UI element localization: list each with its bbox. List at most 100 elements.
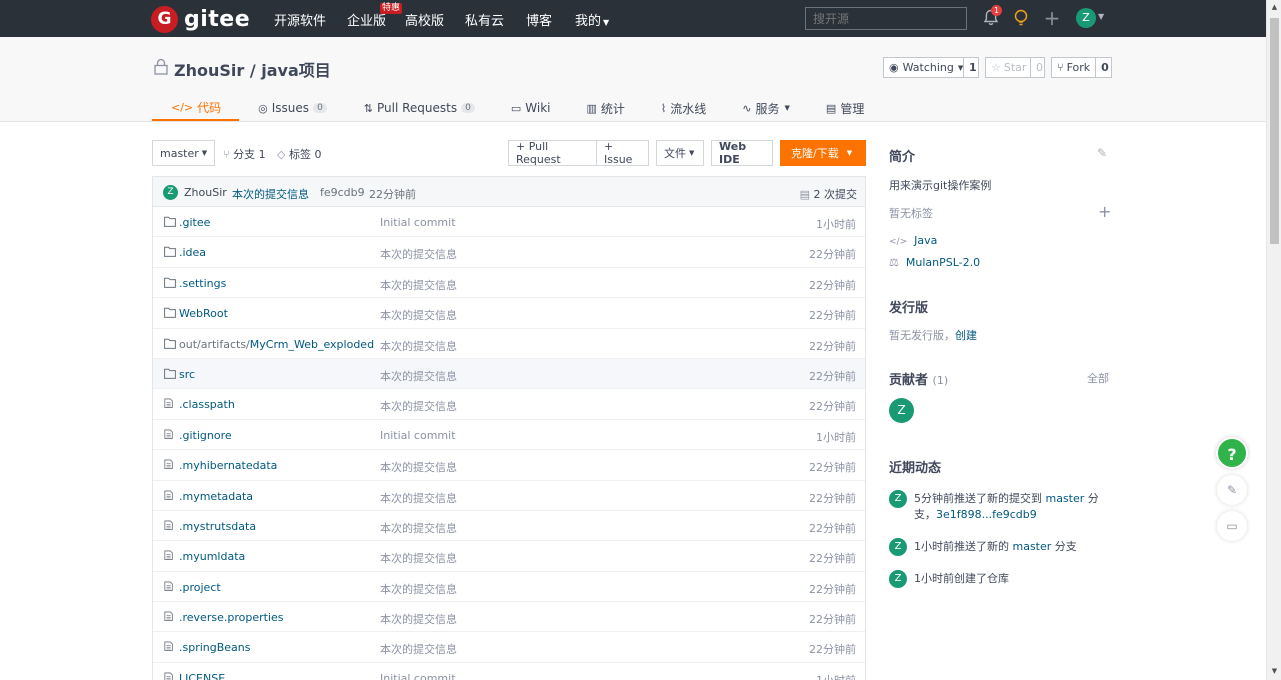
commit-message[interactable]: 本次的提交信息 [232,186,309,202]
file-row[interactable]: LICENSE Initial commit 1小时前 [153,663,865,680]
gitee-logo[interactable]: G gitee [151,5,250,33]
file-name-link[interactable]: .myhibernatedata [179,459,277,472]
file-row[interactable]: out/artifacts/MyCrm_Web_exploded 本次的提交信息 2… [153,329,865,359]
file-commit-message[interactable]: 本次的提交信息 [380,459,457,475]
file-name-link[interactable]: .gitee [179,216,210,229]
chat-button[interactable]: ▭ [1217,511,1247,541]
nav-mine[interactable]: 我的 ▼ [575,10,609,29]
file-name-link[interactable]: src [179,368,195,381]
file-commit-message[interactable]: 本次的提交信息 [380,398,457,414]
new-issue-button[interactable]: + Issue [596,140,649,166]
commit-sha[interactable]: fe9cdb9 [320,186,365,199]
scroll-up-icon[interactable]: ▲ [1270,3,1279,12]
nav-edu[interactable]: 高校版 [405,10,444,29]
activity-avatar[interactable]: Z [889,490,907,508]
tab-wiki[interactable]: ▭ Wiki [493,95,569,121]
file-commit-message[interactable]: 本次的提交信息 [380,550,457,566]
file-commit-message[interactable]: 本次的提交信息 [380,611,457,627]
file-name-link[interactable]: .idea [179,246,206,259]
scroll-thumb[interactable] [1270,18,1279,244]
file-commit-message[interactable]: 本次的提交信息 [380,641,457,657]
file-name-link[interactable]: .mystrutsdata [179,520,256,533]
file-row[interactable]: .myhibernatedata 本次的提交信息 22分钟前 [153,450,865,481]
license-item[interactable]: ⚖ MulanPSL-2.0 [889,256,980,269]
nav-private-cloud[interactable]: 私有云 [465,10,504,29]
file-commit-message[interactable]: Initial commit [380,216,456,229]
file-name-link[interactable]: LICENSE [179,672,225,680]
activity-avatar[interactable]: Z [889,570,907,588]
repo-title[interactable]: ZhouSir / java项目 [174,57,331,81]
tags-link[interactable]: ◇ 标签 0 [277,146,321,162]
file-commit-message[interactable]: 本次的提交信息 [380,520,457,536]
branches-link[interactable]: ⑂ 分支 1 [223,146,266,162]
file-row[interactable]: .gitignore Initial commit 1小时前 [153,420,865,451]
file-name-link[interactable]: .reverse.properties [179,611,283,624]
tab-stats[interactable]: ▥ 统计 [568,95,642,121]
new-pull-request-button[interactable]: + Pull Request [508,140,597,166]
file-name-link[interactable]: out/artifacts/MyCrm_Web_exploded [179,338,374,351]
watch-button[interactable]: ◉ Watching ▼ 1 [883,57,979,78]
file-row[interactable]: .classpath 本次的提交信息 22分钟前 [153,389,865,420]
commit-count-link[interactable]: ▤ 2 次提交 [800,186,857,202]
all-contributors-link[interactable]: 全部 [1087,370,1109,386]
tab-issues[interactable]: ◎ Issues 0 [239,95,345,121]
file-name-link[interactable]: .classpath [179,398,235,411]
file-commit-message[interactable]: 本次的提交信息 [380,490,457,506]
language-item[interactable]: </> Java [889,234,937,247]
branch-link[interactable]: master [1046,492,1085,505]
edit-icon[interactable]: ✎ [1097,146,1107,160]
clone-download-button[interactable]: 克隆/下载 ▼ [780,140,866,166]
branch-link[interactable]: master [1013,540,1052,553]
help-button[interactable]: ? [1216,437,1248,469]
add-tag-icon[interactable]: + [1098,202,1111,221]
file-commit-message[interactable]: Initial commit [380,429,456,442]
tab-pipeline[interactable]: ⌇ 流水线 [643,95,724,121]
file-name-link[interactable]: WebRoot [179,307,228,320]
file-commit-message[interactable]: 本次的提交信息 [380,307,457,323]
file-row[interactable]: .reverse.properties 本次的提交信息 22分钟前 [153,602,865,633]
file-name-link[interactable]: .project [179,581,221,594]
file-row[interactable]: src 本次的提交信息 22分钟前 [153,358,865,390]
feedback-edit-button[interactable]: ✎ [1217,475,1247,505]
tab-admin[interactable]: ▤ 管理 [808,95,882,121]
user-avatar[interactable]: Z [1076,8,1096,28]
file-commit-message[interactable]: 本次的提交信息 [380,246,457,262]
fork-button[interactable]: ⑂ Fork 0 [1051,57,1112,78]
commit-author[interactable]: ZhouSir [184,186,227,199]
file-name-link[interactable]: .settings [179,277,226,290]
activity-avatar[interactable]: Z [889,538,907,556]
file-row[interactable]: .myumldata 本次的提交信息 22分钟前 [153,541,865,572]
file-name-link[interactable]: .myumldata [179,550,245,563]
file-commit-message[interactable]: 本次的提交信息 [380,581,457,597]
plus-icon[interactable]: + [1043,8,1061,28]
avatar-chevron-icon[interactable]: ▼ [1098,12,1104,21]
file-name-link[interactable]: .springBeans [179,641,251,654]
file-commit-message[interactable]: 本次的提交信息 [380,338,457,354]
file-row[interactable]: .project 本次的提交信息 22分钟前 [153,572,865,603]
nav-blog[interactable]: 博客 [526,10,552,29]
file-row[interactable]: .mymetadata 本次的提交信息 22分钟前 [153,481,865,511]
file-name-link[interactable]: .mymetadata [179,490,253,503]
create-release-link[interactable]: 创建 [955,329,977,342]
tab-code[interactable]: </> 代码 [152,95,240,121]
file-commit-message[interactable]: Initial commit [380,672,456,680]
branch-select[interactable]: master ▼ [152,140,216,166]
compare-link[interactable]: 3e1f898...fe9cdb9 [936,508,1037,521]
file-menu-button[interactable]: 文件 ▼ [656,140,704,166]
tab-services[interactable]: ∿ 服务 ▼ [724,95,808,121]
file-commit-message[interactable]: 本次的提交信息 [380,277,457,293]
author-avatar[interactable]: Z [163,185,178,200]
contributor-avatar[interactable]: Z [889,398,914,423]
nav-open-source[interactable]: 开源软件 [274,10,326,29]
file-row[interactable]: .mystrutsdata 本次的提交信息 22分钟前 [153,511,865,542]
web-ide-button[interactable]: Web IDE [711,140,773,166]
file-row[interactable]: .gitee Initial commit 1小时前 [153,207,865,238]
file-row[interactable]: .springBeans 本次的提交信息 22分钟前 [153,632,865,663]
lightbulb-icon[interactable] [1012,9,1030,27]
scroll-down-icon[interactable]: ▼ [1270,667,1279,676]
tab-pull-requests[interactable]: ⇅ Pull Requests 0 [345,95,493,121]
search-input[interactable] [805,7,967,30]
file-name-link[interactable]: .gitignore [179,429,232,442]
star-button[interactable]: ☆ Star 0 [985,57,1045,78]
file-row[interactable]: .settings 本次的提交信息 22分钟前 [153,268,865,299]
